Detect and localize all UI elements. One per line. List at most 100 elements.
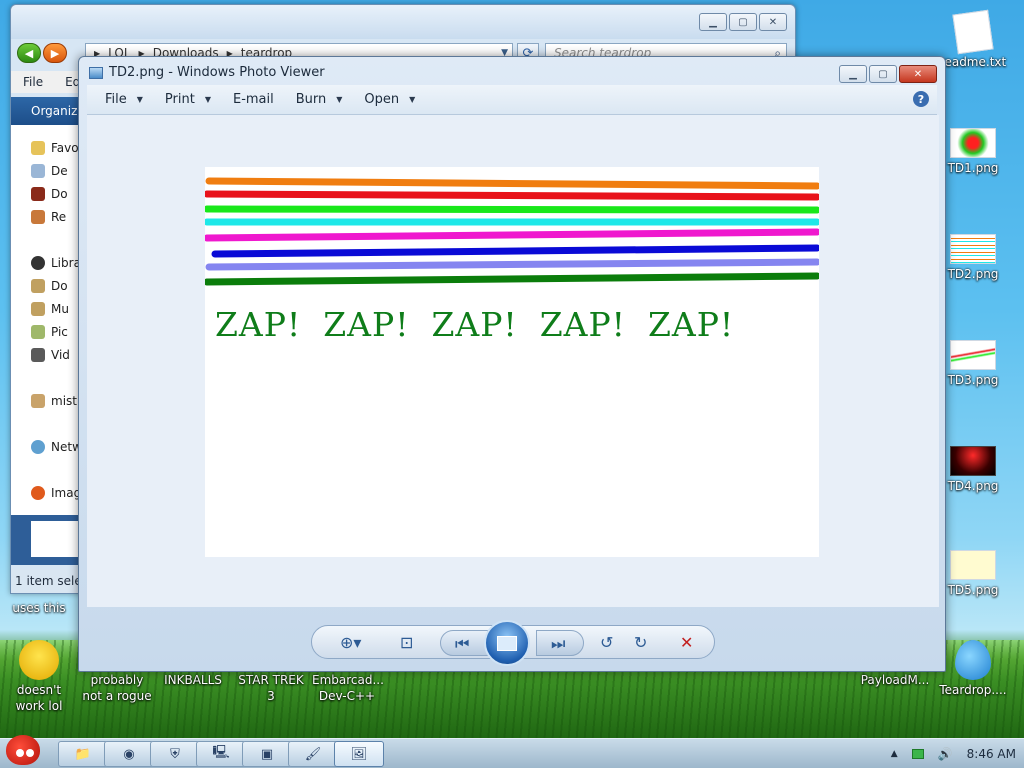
menu-open[interactable]: Open ▼ bbox=[356, 92, 429, 107]
details-thumbnail bbox=[11, 515, 81, 565]
menu-label: Print bbox=[164, 92, 195, 107]
image-file-icon bbox=[950, 446, 996, 476]
nav-item-libraries[interactable]: Libra bbox=[31, 256, 81, 270]
help-icon[interactable]: ? bbox=[913, 91, 929, 107]
menu-file[interactable]: File ▼ bbox=[97, 92, 157, 107]
maximize-button[interactable]: ▢ bbox=[729, 13, 757, 31]
videos-icon bbox=[31, 348, 45, 362]
desktop-icon-label: PayloadM... bbox=[860, 673, 930, 687]
nav-item-videos[interactable]: Vid bbox=[31, 348, 70, 362]
window-title: TD2.png - Windows Photo Viewer bbox=[109, 65, 325, 80]
rotate-ccw-icon[interactable]: ↺ bbox=[600, 633, 613, 652]
images-icon bbox=[31, 486, 45, 500]
explorer-nav-buttons: ◀ ▶ bbox=[17, 43, 67, 63]
shield-icon: ⛨ bbox=[170, 746, 180, 762]
nav-item-recent[interactable]: Re bbox=[31, 210, 66, 224]
desktop-icon-yahoo[interactable]: doesn't work lol bbox=[4, 640, 74, 714]
back-button[interactable]: ◀ bbox=[17, 43, 41, 63]
taskbar-photo-viewer-button[interactable]: 🖼 bbox=[334, 741, 384, 767]
close-button[interactable]: ✕ bbox=[759, 13, 787, 31]
nav-item-documents[interactable]: Do bbox=[31, 279, 68, 293]
desktop-icon-payload[interactable]: PayloadM... bbox=[860, 672, 930, 688]
minimize-button[interactable]: ▁ bbox=[839, 65, 867, 83]
nav-item-music[interactable]: Mu bbox=[31, 302, 69, 316]
taskbar-folder-button[interactable]: 📁 bbox=[58, 741, 108, 767]
desktop-icon-label: TD5.png bbox=[947, 583, 999, 597]
desktop-icon-td2[interactable]: TD2.png bbox=[938, 234, 1008, 282]
menu-burn[interactable]: Burn ▼ bbox=[288, 92, 357, 107]
next-button[interactable]: ⏭ bbox=[536, 630, 584, 656]
taskbar-security-button[interactable]: ⛨ bbox=[150, 741, 200, 767]
clock[interactable]: 8:46 AM bbox=[967, 747, 1016, 761]
music-icon bbox=[31, 302, 45, 316]
taskbar-paint-button[interactable]: 🖌 bbox=[288, 741, 338, 767]
desktop-icon-td4[interactable]: TD4.png bbox=[938, 446, 1008, 494]
photo-viewer-window[interactable]: TD2.png - Windows Photo Viewer ▁ ▢ ✕ Fil… bbox=[78, 56, 946, 672]
nav-item-desktop[interactable]: De bbox=[31, 164, 68, 178]
nav-item-network[interactable]: Netw bbox=[31, 440, 82, 454]
organize-button[interactable]: Organize bbox=[31, 104, 85, 118]
image-canvas[interactable]: ZAP! ZAP! ZAP! ZAP! ZAP! bbox=[87, 115, 939, 607]
computer-icon: 🖳 bbox=[212, 745, 230, 760]
desktop-icon-startrek[interactable]: STAR TREK 3 bbox=[236, 672, 306, 704]
start-button[interactable] bbox=[2, 731, 48, 768]
volume-icon[interactable]: 🔊 bbox=[938, 747, 953, 761]
network-icon bbox=[31, 440, 45, 454]
taskbar-computer-button[interactable]: 🖳 bbox=[196, 741, 246, 767]
viewer-titlebar[interactable]: TD2.png - Windows Photo Viewer bbox=[89, 65, 325, 80]
archive-icon: ▣ bbox=[260, 746, 274, 762]
folder-icon: 📁 bbox=[74, 746, 92, 762]
nav-label: Libra bbox=[51, 256, 81, 270]
menu-email[interactable]: E-mail bbox=[225, 92, 288, 107]
nav-item-images[interactable]: Imag bbox=[31, 486, 81, 500]
desktop-icon-td1[interactable]: TD1.png bbox=[938, 128, 1008, 176]
angry-bird-icon bbox=[6, 735, 40, 765]
viewer-caption-buttons: ▁ ▢ ✕ bbox=[839, 65, 937, 83]
rotate-cw-icon[interactable]: ↻ bbox=[634, 633, 647, 652]
taskbar-chrome-button[interactable]: ◉ bbox=[104, 741, 154, 767]
desktop-icon-rogue[interactable]: probably not a rogue bbox=[82, 672, 152, 704]
close-button[interactable]: ✕ bbox=[899, 65, 937, 83]
maximize-button[interactable]: ▢ bbox=[869, 65, 897, 83]
image-file-icon bbox=[950, 234, 996, 264]
forward-button[interactable]: ▶ bbox=[43, 43, 67, 63]
eye bbox=[16, 749, 24, 757]
desktop-icon-td5[interactable]: TD5.png bbox=[938, 550, 1008, 598]
desktop-icon-readme[interactable]: readme.txt bbox=[938, 9, 1008, 70]
status-text: 1 item selected bbox=[15, 574, 81, 588]
nav-item-downloads[interactable]: Do bbox=[31, 187, 68, 201]
network-tray-icon[interactable] bbox=[911, 749, 924, 759]
explorer-titlebar[interactable]: ▁ ▢ ✕ bbox=[11, 5, 795, 39]
nav-item-pictures[interactable]: Pic bbox=[31, 325, 68, 339]
desktop-icon-devcpp[interactable]: Embarcad... Dev-C++ bbox=[312, 672, 384, 704]
eye bbox=[26, 749, 34, 757]
nav-item-favorites[interactable]: Favo bbox=[31, 141, 79, 155]
desktop-icon bbox=[31, 164, 45, 178]
stripe bbox=[205, 177, 819, 190]
desktop-icon-inkballs[interactable]: INKBALLS bbox=[158, 672, 228, 688]
system-tray: ▲ 🔊 8:46 AM bbox=[891, 739, 1016, 768]
text-file-icon bbox=[952, 9, 994, 55]
slideshow-button[interactable] bbox=[484, 620, 530, 666]
previous-button[interactable]: ⏮ bbox=[440, 630, 488, 656]
actual-size-icon[interactable]: ⊡ bbox=[400, 633, 413, 652]
tray-expand-icon[interactable]: ▲ bbox=[891, 749, 898, 759]
zap-word: ZAP! bbox=[647, 305, 735, 344]
nav-item-homegroup[interactable]: mist bbox=[31, 394, 77, 408]
menu-print[interactable]: Print ▼ bbox=[157, 92, 225, 107]
taskbar-7zip-button[interactable]: ▣ bbox=[242, 741, 292, 767]
zap-word: ZAP! bbox=[215, 305, 302, 344]
homegroup-icon bbox=[31, 394, 45, 408]
desktop-icon-td3[interactable]: TD3.png bbox=[938, 340, 1008, 388]
nav-label: Do bbox=[51, 187, 68, 201]
documents-icon bbox=[31, 279, 45, 293]
desktop-icon-teardrop[interactable]: Teardrop.... bbox=[938, 640, 1008, 698]
menu-file[interactable]: File bbox=[23, 75, 43, 89]
stripe bbox=[211, 244, 819, 258]
desktop-icon-label: Teardrop.... bbox=[939, 683, 1007, 697]
zoom-icon[interactable]: ⊕▾ bbox=[340, 633, 361, 652]
minimize-button[interactable]: ▁ bbox=[699, 13, 727, 31]
desktop-icon-label: readme.txt bbox=[939, 55, 1007, 69]
delete-icon[interactable]: ✕ bbox=[680, 633, 693, 652]
nav-label: Re bbox=[51, 210, 67, 224]
